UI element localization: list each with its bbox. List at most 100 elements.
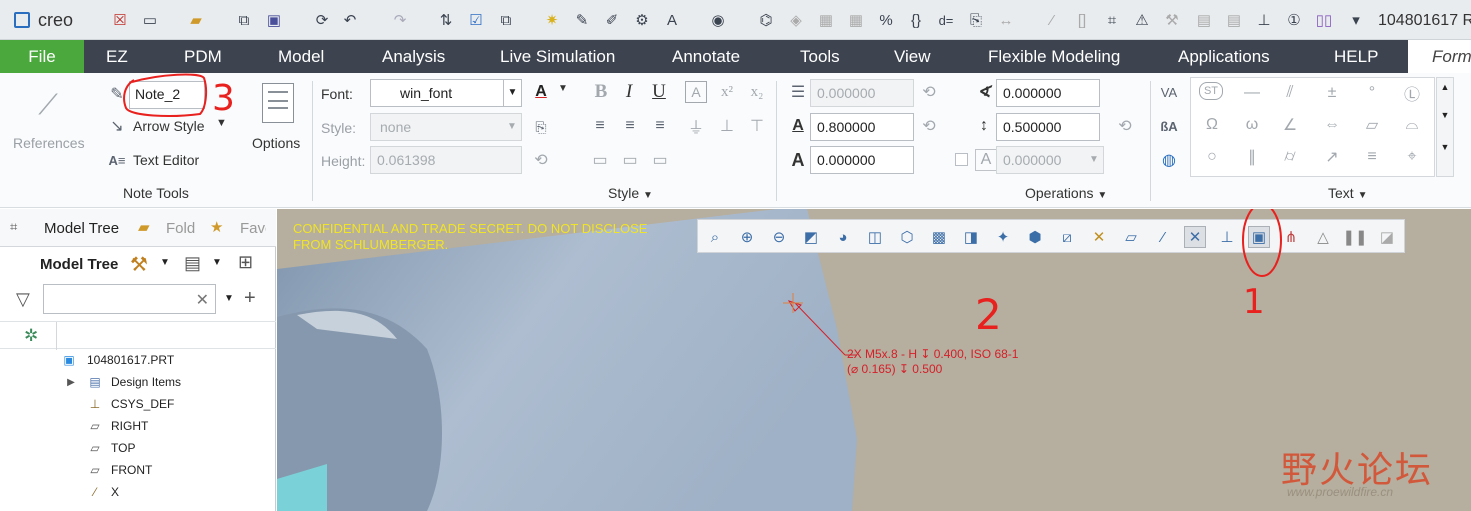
tab-ez[interactable]: EZ [106,40,128,73]
tree-settings-dropdown-icon[interactable]: ▼ [160,257,170,268]
status-icon[interactable]: ⚠ [1132,10,1152,30]
font-dropdown-icon[interactable]: ▼ [503,80,521,106]
frame-text-icon[interactable]: A [685,81,707,103]
tree-item-top[interactable]: TOP [111,441,135,455]
small-omega-symbol-icon[interactable]: ω [1241,114,1263,136]
tab-live-simulation[interactable]: Live Simulation [500,40,615,73]
tab-format[interactable]: Form [1408,40,1471,73]
switch-icon[interactable]: ⇅ [436,10,456,30]
redo-icon[interactable]: ↷ [390,10,410,30]
font-select[interactable]: win_font ▼ [370,79,522,107]
scroll-up-icon[interactable]: ▲ [1437,82,1453,92]
italic-icon[interactable]: I [618,81,640,103]
hole-note-line-2[interactable]: (⌀ 0.165) ↧ 0.500 [847,362,942,376]
qat-dropdown-icon[interactable]: ▾ [1346,10,1366,30]
windows-icon[interactable]: ⧉ [496,10,516,30]
checkbox-icon[interactable]: ☑ [466,10,486,30]
tab-flexible-modeling[interactable]: Flexible Modeling [988,40,1120,73]
regenerate-icon[interactable]: ⟳ [312,10,332,30]
text-style-icon[interactable]: A [662,10,682,30]
l-circle-symbol-icon[interactable]: Ⓛ [1401,82,1423,104]
tree-item-csys-def[interactable]: CSYS_DEF [111,397,174,411]
clear-search-icon[interactable]: ✕ [196,290,209,310]
save-icon[interactable]: ▣ [264,10,284,30]
expand-icon[interactable]: ▶ [64,375,78,389]
options-icon[interactable] [262,83,294,123]
doc-icon[interactable]: ▤ [1194,10,1214,30]
surface-symbol-icon[interactable]: ⌓ [1401,114,1423,136]
superscript-icon[interactable]: x² [716,81,738,103]
bold-icon[interactable]: B [590,81,612,103]
tree-columns-icon[interactable]: ▤ [184,253,201,274]
tab-applications[interactable]: Applications [1178,40,1270,73]
text-editor-button[interactable]: Text Editor [133,152,199,168]
tree-item-right[interactable]: RIGHT [111,419,148,433]
graphics-viewport[interactable]: CONFIDENTIAL AND TRADE SECRET. DO NOT DI… [277,209,1471,511]
tree-item-design-items[interactable]: Design Items [111,375,181,389]
parallel-symbol-icon[interactable]: ∥ [1241,146,1263,168]
tab-file[interactable]: File [0,40,84,73]
scroll-more-icon[interactable]: ▼ [1437,142,1453,152]
tab-tools[interactable]: Tools [800,40,840,73]
relations-icon[interactable]: d= [936,10,956,30]
probe-icon[interactable]: ⊥ [1254,10,1274,30]
globe-icon[interactable]: ◍ [1158,149,1180,171]
text-color-dropdown-icon[interactable]: ▼ [558,83,568,94]
line-icon[interactable]: ⁄ [1042,10,1062,30]
tab-analysis[interactable]: Analysis [382,40,445,73]
open-icon[interactable]: ▰ [186,10,206,30]
book-icon[interactable]: ▯▯ [1314,10,1334,30]
symbol-scroll[interactable]: ▲ ▼ ▼ [1436,77,1454,177]
pct-icon[interactable]: % [876,10,896,30]
tab-view[interactable]: View [894,40,931,73]
annotation-icon[interactable]: ⌬ [756,10,776,30]
position-symbol-icon[interactable]: ⌖ [1401,146,1423,168]
search-dropdown-icon[interactable]: ▼ [224,293,234,304]
tab-pdm[interactable]: PDM [184,40,222,73]
symmetry-symbol-icon[interactable]: ≡ [1361,146,1383,168]
align-top-icon[interactable]: ⊤ [746,115,768,137]
tree-item-part[interactable]: 104801617.PRT [87,353,174,367]
tab-folder-browser[interactable]: Fold [166,220,196,237]
references-icon[interactable]: ⟋ [30,87,66,123]
slant-field[interactable]: 0.000000 [810,146,914,174]
angle-field[interactable]: 0.000000 [996,79,1100,107]
cylindricity-symbol-icon[interactable]: ⌭ [1279,146,1301,168]
braces-icon[interactable]: {} [906,10,926,30]
tool-icon[interactable]: ⚒ [1162,10,1182,30]
align-middle-icon[interactable]: ⊥ [716,115,738,137]
tree-columns-dropdown-icon[interactable]: ▼ [212,257,222,268]
edit-icon[interactable]: ✎ [572,10,592,30]
align-left-icon[interactable]: ≡ [589,115,611,137]
hole-note-line-1[interactable]: 2X M5x.8 - H ↧ 0.400, ISO 68-1 [847,347,1018,361]
flatness-symbol-icon[interactable]: ▱ [1361,114,1383,136]
extra-checkbox[interactable] [955,153,968,166]
tree-search-input[interactable]: ✕ [43,284,216,314]
subscript-icon[interactable]: x₂ [746,81,768,103]
references-button[interactable]: References [13,135,85,151]
align-bottom-icon[interactable]: ⏚ [685,115,707,137]
character-map-icon[interactable]: ßA [1158,115,1180,137]
profile-symbol-icon[interactable]: ⫽ [1279,82,1301,104]
tab-help[interactable]: HELP [1334,40,1378,73]
width-factor-field[interactable]: 0.800000 [810,113,914,141]
align-center-icon[interactable]: ≡ [619,115,641,137]
copy-style-icon[interactable]: ⎘ [530,116,552,138]
tab-annotate[interactable]: Annotate [672,40,740,73]
grid2-icon[interactable]: ▦ [846,10,866,30]
va-icon[interactable]: VA [1158,81,1180,103]
degree-symbol-icon[interactable]: ° [1361,82,1383,104]
hierarchy-icon[interactable]: ⌗ [1102,10,1122,30]
tree-filter-display-icon[interactable]: ⊞ [238,252,253,273]
open-recent-icon[interactable]: ⧉ [234,10,254,30]
omega-symbol-icon[interactable]: Ω [1201,114,1223,136]
tab-model[interactable]: Model [278,40,324,73]
tree-item-front[interactable]: FRONT [111,463,152,477]
spacing-field[interactable]: 0.500000 [996,113,1100,141]
line-symbol-icon[interactable]: — [1241,82,1263,104]
st-symbol-icon[interactable]: ST [1199,82,1223,100]
edit2-icon[interactable]: ✐ [602,10,622,30]
filter-icon[interactable]: ▽ [16,289,30,310]
shape-icon[interactable]: ◈ [786,10,806,30]
underline-icon[interactable]: U [648,81,670,103]
